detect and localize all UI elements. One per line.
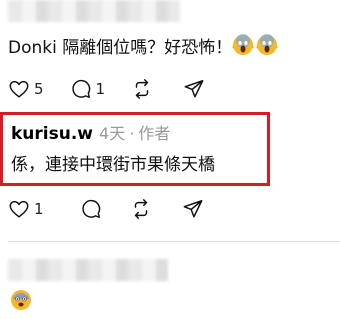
- comment-icon: [80, 198, 102, 220]
- reply-username[interactable]: kurisu.w: [11, 124, 93, 144]
- screaming-face-icon: [232, 34, 255, 63]
- reply-button[interactable]: [80, 198, 102, 220]
- blurred-username: [8, 0, 180, 22]
- reply-time: 4天: [99, 124, 126, 143]
- share-button[interactable]: [183, 78, 205, 100]
- repost-icon: [131, 78, 153, 100]
- screaming-face-icon: [256, 34, 279, 63]
- like-count: 1: [34, 200, 44, 218]
- comment-icon: [70, 78, 92, 100]
- share-button[interactable]: [182, 198, 204, 220]
- highlighted-reply: kurisu.w 4天 · 作者 係，連接中環街市果條天橋: [0, 112, 270, 186]
- repost-button[interactable]: [131, 78, 153, 100]
- reply-header: kurisu.w 4天 · 作者: [11, 123, 170, 145]
- reply-count: 1: [95, 80, 106, 98]
- reply-text: 係，連接中環街市果條天橋: [11, 155, 215, 175]
- reply-button[interactable]: 1: [70, 78, 106, 100]
- like-button[interactable]: 1: [8, 198, 44, 220]
- heart-icon: [8, 198, 30, 220]
- send-icon: [182, 198, 204, 220]
- like-button[interactable]: 5: [8, 78, 44, 100]
- author-label: 作者: [138, 124, 171, 143]
- repost-icon: [130, 198, 152, 220]
- post-text: Donki 隔離個位嗎？好恐怖！: [8, 34, 279, 63]
- reply-separator: ·: [129, 124, 135, 143]
- post-text-content: Donki 隔離個位嗎？好恐怖！: [8, 38, 233, 58]
- heart-icon: [8, 78, 30, 100]
- post-actions: 5 1: [8, 77, 219, 101]
- like-count: 5: [34, 80, 44, 98]
- blurred-username: [8, 259, 168, 281]
- reply-actions: 1: [8, 197, 218, 221]
- send-icon: [183, 78, 205, 100]
- repost-button[interactable]: [130, 198, 152, 220]
- divider: [8, 241, 340, 242]
- anxious-face-icon: [10, 289, 32, 315]
